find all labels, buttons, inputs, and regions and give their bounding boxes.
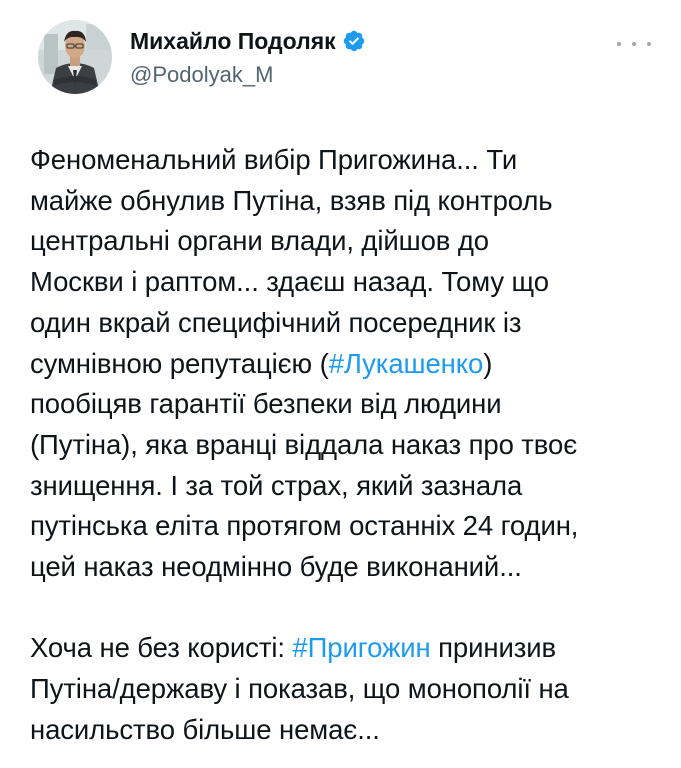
display-name[interactable]: Михайло Подоляк	[130, 28, 336, 55]
tweet-text-segment: принизив	[430, 632, 557, 664]
name-row: Михайло Подоляк	[130, 28, 366, 54]
more-options-icon[interactable]	[617, 34, 651, 54]
author-handle[interactable]: @Podolyak_M	[130, 62, 366, 88]
more-dot	[647, 42, 651, 46]
tweet-line: знищення. І за той страх, який зазнала	[30, 469, 523, 501]
tweet-line: Путіна/державу і показав, що монополії н…	[30, 673, 569, 705]
avatar[interactable]	[38, 20, 112, 94]
tweet-line: пообіцяв гарантії безпеки від людини	[30, 388, 502, 420]
tweet-line: один вкрай специфічний посередник із	[30, 306, 522, 338]
tweet-text: Феноменальний вибір Пригожина... Ти майж…	[30, 140, 660, 751]
verified-badge-icon	[342, 29, 366, 53]
tweet-line: Хоча не без користі: #Пригожин принизив	[30, 628, 660, 669]
hashtag-link-lukashenko[interactable]: #Лукашенко	[329, 348, 484, 379]
tweet-line: Феноменальний вибір Пригожина... Ти	[30, 144, 518, 175]
tweet-card: Михайло Подоляк @Podolyak_M Феноменальни…	[0, 0, 681, 768]
tweet-line: путінська еліта протягом останніх 24 год…	[30, 510, 579, 542]
more-dot	[617, 42, 621, 46]
tweet-line: цей наказ неодмінно буде виконаний...	[30, 551, 522, 583]
tweet-line: сумнівною репутацією (#Лукашенко)	[30, 344, 660, 385]
tweet-header: Михайло Подоляк @Podolyak_M	[38, 20, 651, 110]
avatar-photo-icon	[38, 20, 112, 94]
hashtag-link-prigozhin[interactable]: #Пригожин	[292, 632, 430, 663]
tweet-line: Москви і раптом... здаєш назад. Тому що	[30, 266, 549, 298]
tweet-line: центральні органи влади, дійшов до	[30, 225, 489, 257]
tweet-line: (Путіна), яка вранці віддала наказ про т…	[30, 428, 578, 460]
tweet-text-segment: Хоча не без користі:	[30, 632, 293, 664]
tweet-line: майже обнулив Путіна, взяв під контроль	[30, 184, 553, 216]
more-dot	[632, 42, 636, 46]
tweet-line: насильство більше немає...	[30, 713, 380, 745]
author-info: Михайло Подоляк @Podolyak_M	[130, 28, 366, 88]
tweet-text-segment: сумнівною репутацією (	[30, 347, 329, 379]
tweet-text-segment: )	[483, 347, 493, 379]
